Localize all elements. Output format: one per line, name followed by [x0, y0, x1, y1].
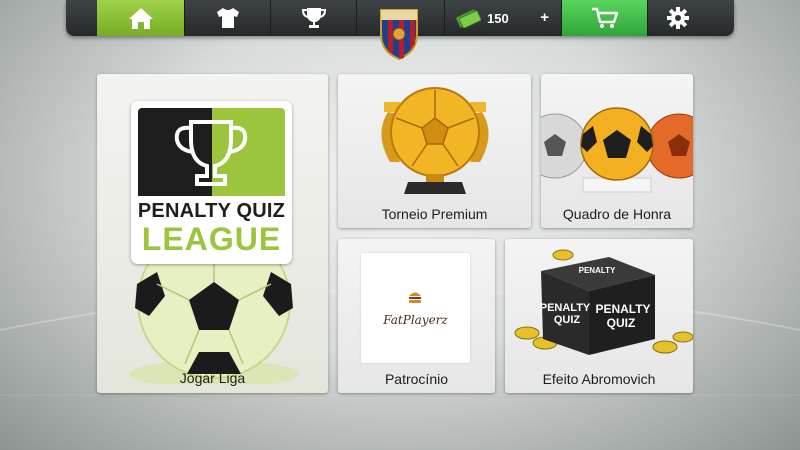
- cart-icon: [591, 7, 618, 28]
- premium-tournament-card[interactable]: Torneio Premium: [338, 74, 531, 228]
- play-league-label: Jogar Liga: [179, 370, 246, 386]
- trophy-icon: [174, 120, 248, 186]
- coins-value: 150: [487, 10, 509, 26]
- trophy-button[interactable]: [271, 0, 357, 36]
- sponsorship-card[interactable]: FatPlayerz Patrocínio: [338, 239, 495, 393]
- top-navigation-bar: 150 +: [66, 0, 734, 60]
- box-text-right-line2: QUIZ: [607, 316, 636, 330]
- add-coins-button[interactable]: +: [540, 9, 549, 26]
- team-crest-button[interactable]: [357, 0, 445, 60]
- box-text-right-line1: PENALTY: [595, 302, 650, 316]
- premium-tournament-label: Torneio Premium: [381, 206, 488, 222]
- shirt-icon: [216, 8, 239, 28]
- team-crest: [380, 9, 418, 60]
- burger-icon: [409, 292, 421, 303]
- home-button[interactable]: [97, 0, 185, 36]
- sponsorship-label: Patrocínio: [384, 371, 449, 387]
- coin-box-image: PENALTY QUIZ PENALTY QUIZ PENALTY: [514, 249, 693, 355]
- abromovich-effect-card[interactable]: PENALTY QUIZ PENALTY QUIZ PENALTY Efeito…: [505, 239, 693, 393]
- league-logo-subtitle: LEAGUE: [141, 221, 282, 257]
- hall-of-fame-label: Quadro de Honra: [562, 206, 672, 222]
- team-kit-button[interactable]: [185, 0, 271, 36]
- abromovich-effect-label: Efeito Abromovich: [542, 371, 656, 387]
- box-lid-text: PENALTY: [579, 266, 616, 275]
- trophy-icon: [301, 8, 326, 28]
- sponsor-name: FatPlayerz: [383, 313, 448, 327]
- sponsor-logo: FatPlayerz: [361, 253, 470, 363]
- gear-icon: [667, 7, 689, 29]
- box-text-left-line1: PENALTY: [540, 302, 591, 314]
- settings-button[interactable]: [648, 0, 708, 36]
- money-icon: [455, 9, 481, 28]
- play-league-card[interactable]: PENALTY QUIZ LEAGUE Jogar Liga: [97, 74, 328, 393]
- league-logo-title: PENALTY QUIZ: [137, 200, 286, 222]
- coins-balance[interactable]: 150 +: [445, 0, 562, 36]
- gold-ball-trophy-image: [381, 87, 489, 194]
- balls-podium-image: [541, 107, 693, 193]
- hall-of-fame-card[interactable]: Quadro de Honra: [541, 74, 693, 228]
- box-text-left-line2: QUIZ: [554, 314, 581, 326]
- home-icon: [128, 8, 153, 29]
- league-logo: PENALTY QUIZ LEAGUE: [131, 101, 292, 264]
- shop-button[interactable]: [562, 0, 648, 36]
